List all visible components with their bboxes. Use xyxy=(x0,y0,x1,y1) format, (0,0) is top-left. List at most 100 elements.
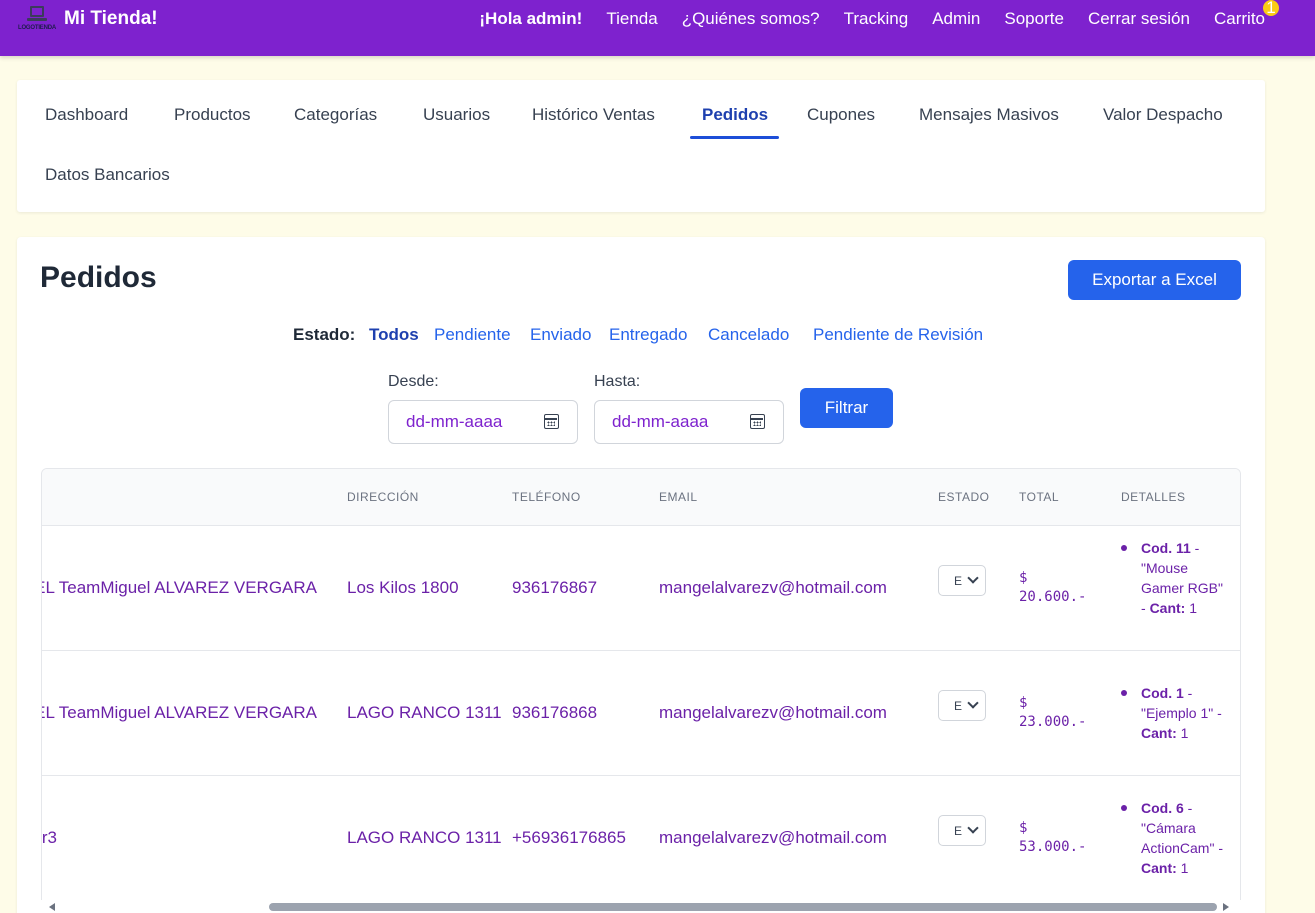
nav-links: ¡Hola admin! Tienda ¿Quiénes somos? Trac… xyxy=(479,0,1279,29)
estado-select[interactable]: E xyxy=(938,690,986,721)
tab-dashboard[interactable]: Dashboard xyxy=(45,105,128,125)
chevron-down-icon xyxy=(967,572,979,584)
th-total: TOTAL xyxy=(1019,490,1060,504)
detail-qty: 1 xyxy=(1176,725,1189,741)
tab-categorias[interactable]: Categorías xyxy=(294,105,377,125)
detail-qty-label: Cant: xyxy=(1141,725,1177,741)
table-row: GEL TeamMiguel ALVAREZ VERGARA Los Kilos… xyxy=(41,526,1240,651)
nav-tienda[interactable]: Tienda xyxy=(606,9,657,29)
tab-pedidos[interactable]: Pedidos xyxy=(702,105,768,125)
bullet-icon xyxy=(1121,805,1127,811)
nav-greeting[interactable]: ¡Hola admin! xyxy=(479,9,582,29)
desde-label: Desde: xyxy=(388,373,439,390)
active-tab-indicator xyxy=(690,136,779,139)
page-title: Pedidos xyxy=(40,261,157,294)
tab-productos[interactable]: Productos xyxy=(174,105,251,125)
cell-details: Cod. 6 - "Cámara ActionCam" - Cant: 1 xyxy=(1121,798,1231,878)
th-email: EMAIL xyxy=(659,490,698,504)
scroll-right-icon[interactable] xyxy=(1223,903,1229,911)
cell-details: Cod. 11 - "Mouse Gamer RGB" - Cant: 1 xyxy=(1121,538,1231,618)
nav-carrito[interactable]: Carrito 1 xyxy=(1213,0,1279,29)
cell-total: $ 20.600.- xyxy=(1019,570,1087,605)
cell-address: LAGO RANCO 1311 xyxy=(347,703,502,722)
estado-select-value: E xyxy=(954,574,963,588)
tab-datos-bancarios[interactable]: Datos Bancarios xyxy=(45,165,170,185)
cell-total: $ 23.000.- xyxy=(1019,695,1087,730)
scroll-left-icon[interactable] xyxy=(49,903,55,911)
estado-select-value: E xyxy=(954,824,963,838)
cell-address: LAGO RANCO 1311 xyxy=(347,828,502,847)
nav-admin[interactable]: Admin xyxy=(932,9,980,29)
cell-phone: 936176867 xyxy=(512,578,598,597)
estado-select-value: E xyxy=(954,699,963,713)
laptop-icon xyxy=(30,6,44,17)
table-header: DIRECCIÓN TELÉFONO EMAIL ESTADO TOTAL DE… xyxy=(42,469,1240,526)
cell-email: mangelalvarezv@hotmail.com xyxy=(659,828,887,847)
desde-placeholder: dd-mm-aaaa xyxy=(406,412,503,431)
top-navbar: LOGOTIENDA Mi Tienda! ¡Hola admin! Tiend… xyxy=(0,0,1315,56)
detail-code: Cod. 6 xyxy=(1141,800,1184,816)
th-estado: ESTADO xyxy=(938,490,990,504)
tab-mensajes-masivos[interactable]: Mensajes Masivos xyxy=(919,105,1059,125)
detail-code: Cod. 11 xyxy=(1141,540,1191,556)
cell-name: GEL TeamMiguel ALVAREZ VERGARA xyxy=(41,703,317,722)
cell-email: mangelalvarezv@hotmail.com xyxy=(659,578,887,597)
th-telefono: TELÉFONO xyxy=(512,490,581,504)
detail-qty-label: Cant: xyxy=(1149,600,1186,616)
hasta-label: Hasta: xyxy=(594,373,641,390)
cell-details: Cod. 1 - "Ejemplo 1" - Cant: 1 xyxy=(1121,683,1231,743)
filter-enviado[interactable]: Enviado xyxy=(530,325,591,345)
cell-total: $ 53.000.- xyxy=(1019,820,1087,855)
logo-text: LOGOTIENDA xyxy=(18,25,56,31)
brand-name[interactable]: Mi Tienda! xyxy=(64,8,158,30)
estado-filter-label: Estado: xyxy=(293,325,356,344)
chevron-down-icon xyxy=(967,822,979,834)
nav-carrito-label: Carrito xyxy=(1213,9,1265,28)
cell-email: mangelalvarezv@hotmail.com xyxy=(659,703,887,722)
orders-table: DIRECCIÓN TELÉFONO EMAIL ESTADO TOTAL DE… xyxy=(41,468,1241,913)
detail-qty: 1 xyxy=(1176,860,1189,876)
bullet-icon xyxy=(1121,545,1127,551)
nav-quienes-somos[interactable]: ¿Quiénes somos? xyxy=(682,9,820,29)
calendar-icon[interactable] xyxy=(544,414,559,429)
filter-pendiente[interactable]: Pendiente xyxy=(434,325,511,345)
tab-valor-despacho[interactable]: Valor Despacho xyxy=(1103,105,1223,125)
nav-tracking[interactable]: Tracking xyxy=(844,9,909,29)
tab-historico-ventas[interactable]: Histórico Ventas xyxy=(532,105,655,125)
admin-tabs-card xyxy=(17,80,1265,212)
nav-cerrar-sesion[interactable]: Cerrar sesión xyxy=(1088,9,1190,29)
cart-count-badge: 1 xyxy=(1263,0,1279,16)
calendar-icon[interactable] xyxy=(750,414,765,429)
filter-cancelado[interactable]: Cancelado xyxy=(708,325,789,345)
hasta-date-input[interactable]: dd-mm-aaaa xyxy=(594,400,784,444)
detail-code: Cod. 1 xyxy=(1141,685,1184,701)
cell-name: GEL TeamMiguel ALVAREZ VERGARA xyxy=(41,578,317,597)
cell-address: Los Kilos 1800 xyxy=(347,578,459,597)
filter-pendiente-revision[interactable]: Pendiente de Revisión xyxy=(813,325,983,345)
table-row: GEL TeamMiguel ALVAREZ VERGARA LAGO RANC… xyxy=(41,651,1240,776)
filter-todos[interactable]: Todos xyxy=(369,325,419,345)
th-direccion: DIRECCIÓN xyxy=(347,490,419,504)
cell-phone: +56936176865 xyxy=(512,828,626,847)
store-logo[interactable]: LOGOTIENDA xyxy=(18,6,56,36)
th-detalles: DETALLES xyxy=(1121,490,1186,504)
tab-usuarios[interactable]: Usuarios xyxy=(423,105,490,125)
hasta-placeholder: dd-mm-aaaa xyxy=(612,412,709,431)
estado-select[interactable]: E xyxy=(938,565,986,596)
bullet-icon xyxy=(1121,690,1127,696)
estado-select[interactable]: E xyxy=(938,815,986,846)
filter-entregado[interactable]: Entregado xyxy=(609,325,687,345)
tab-cupones[interactable]: Cupones xyxy=(807,105,875,125)
table-row: r3 LAGO RANCO 1311 +56936176865 mangelal… xyxy=(41,776,1240,901)
table-horizontal-scrollbar[interactable] xyxy=(41,900,1241,913)
cell-name: r3 xyxy=(41,828,57,847)
desde-date-input[interactable]: dd-mm-aaaa xyxy=(388,400,578,444)
filtrar-button[interactable]: Filtrar xyxy=(800,388,893,428)
detail-qty: 1 xyxy=(1185,600,1198,616)
detail-qty-label: Cant: xyxy=(1141,860,1177,876)
nav-soporte[interactable]: Soporte xyxy=(1004,9,1064,29)
scrollbar-thumb[interactable] xyxy=(269,903,1217,911)
chevron-down-icon xyxy=(967,697,979,709)
export-excel-button[interactable]: Exportar a Excel xyxy=(1068,260,1241,300)
cell-phone: 936176868 xyxy=(512,703,598,722)
